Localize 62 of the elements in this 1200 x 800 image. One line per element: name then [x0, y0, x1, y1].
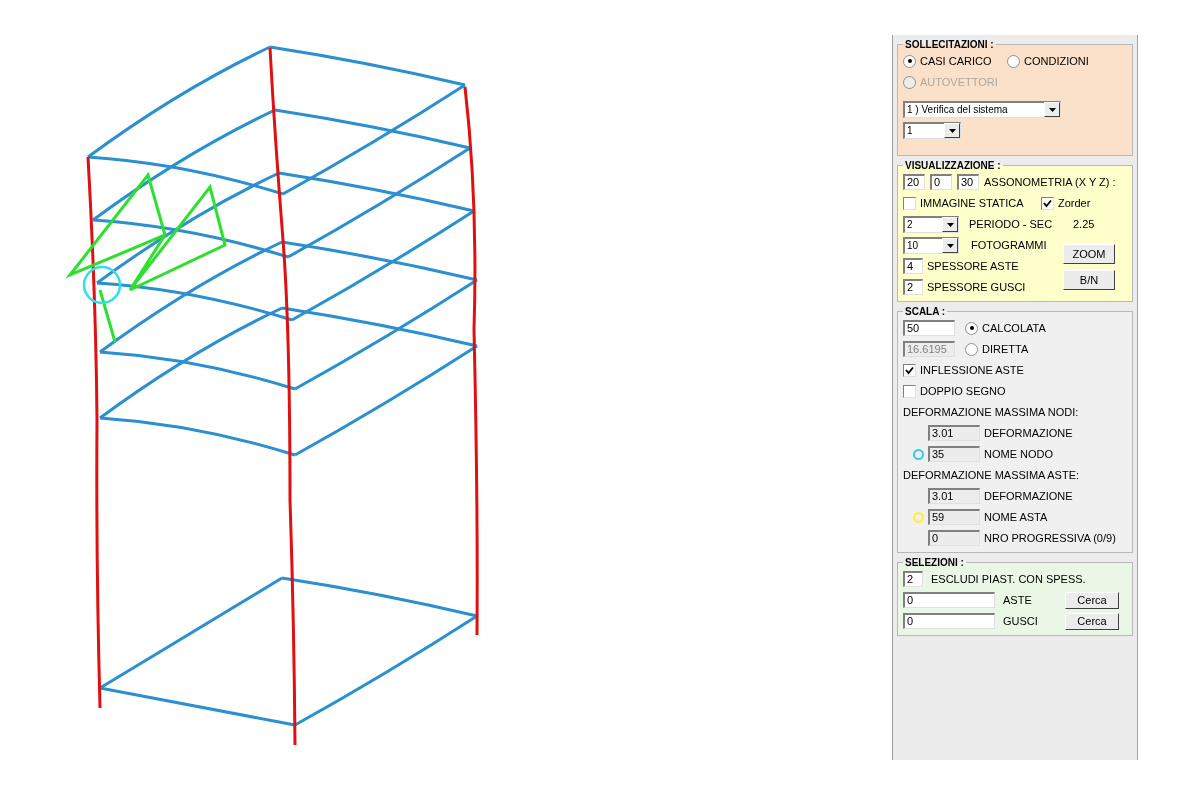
group-title: SCALA : [904, 306, 947, 317]
field-label: ASSONOMETRIA (X Y Z) : [984, 176, 1116, 188]
dropdown[interactable]: 1 ) Verifica del sistema [903, 100, 1061, 118]
field-label: PERIODO - SEC [969, 218, 1054, 230]
checkbox[interactable] [903, 363, 916, 377]
section-heading: DEFORMAZIONE MASSIMA NODI: [903, 406, 1079, 418]
radio-label: CONDIZIONI [1024, 55, 1089, 67]
toolbar-button[interactable]: B/N [1063, 270, 1115, 290]
field-label: DEFORMAZIONE [984, 427, 1073, 439]
search-button[interactable]: Cerca [1065, 612, 1119, 630]
readout-field: 3.01 [928, 425, 980, 441]
field-label: ASTE [1003, 594, 1033, 606]
readout-field: 35 [928, 446, 980, 462]
field-label: NOME NODO [984, 448, 1054, 460]
field-label: GUSCI [1003, 615, 1039, 627]
readout-field: 59 [928, 509, 980, 525]
search-button[interactable]: Cerca [1065, 591, 1119, 609]
checkbox-label: DOPPIO SEGNO [920, 385, 1006, 397]
input-field[interactable]: 30 [957, 174, 979, 190]
dropdown[interactable]: 1 [903, 121, 961, 139]
group-title: SELEZIONI : [904, 557, 965, 568]
input-field[interactable]: 0 [930, 174, 952, 190]
checkbox-label: INFLESSIONE ASTE [920, 364, 1024, 376]
group-title: VISUALIZZAZIONE : [904, 160, 1002, 171]
input-field[interactable]: 50 [903, 320, 955, 336]
radio-button[interactable] [903, 54, 916, 68]
readout-field: 3.01 [928, 488, 980, 504]
group-title: SOLLECITAZIONI : [904, 39, 995, 50]
checkbox-label: Zorder [1058, 197, 1091, 209]
radio-label: DIRETTA [982, 343, 1029, 355]
input-field[interactable]: 4 [903, 258, 923, 274]
caret-icon [1048, 107, 1056, 112]
field-label: ESCLUDI PIAST. CON SPESS. [931, 573, 1086, 585]
radio-label: CASI CARICO [920, 55, 992, 67]
field-label: SPESSORE GUSCI [927, 281, 1026, 293]
readout-field: 0 [928, 530, 980, 546]
section-heading: DEFORMAZIONE MASSIMA ASTE: [903, 469, 1080, 481]
checkbox[interactable] [903, 196, 916, 210]
dropdown[interactable]: 2 [903, 215, 959, 233]
input-field[interactable]: 2 [903, 571, 923, 587]
field-label: DEFORMAZIONE [984, 490, 1073, 502]
radio-label: CALCOLATA [982, 322, 1046, 334]
checkbox[interactable] [1041, 196, 1054, 210]
radio-label: AUTOVETTORI [920, 76, 998, 88]
checkbox[interactable] [903, 384, 916, 398]
radio-button[interactable] [965, 321, 978, 335]
period-reading: 2.25 [1073, 218, 1095, 230]
toolbar-button[interactable]: ZOOM [1063, 244, 1115, 264]
radio-button[interactable] [1007, 54, 1020, 68]
field-label: NRO PROGRESSIVA (0/9) [984, 532, 1116, 544]
input-field[interactable]: 2 [903, 279, 923, 295]
field-label: SPESSORE ASTE [927, 260, 1019, 272]
input-field[interactable]: 0 [903, 592, 995, 608]
field-label: NOME ASTA [984, 511, 1048, 523]
caret-icon [948, 128, 956, 133]
field-label: FOTOGRAMMI [971, 239, 1047, 251]
dropdown[interactable]: 10 [903, 236, 959, 254]
input-field[interactable]: 0 [903, 613, 995, 629]
input-field[interactable]: 20 [903, 174, 925, 190]
checkbox-label: IMMAGINE STATICA [920, 197, 1025, 209]
caret-icon [946, 243, 954, 248]
caret-icon [946, 222, 954, 227]
